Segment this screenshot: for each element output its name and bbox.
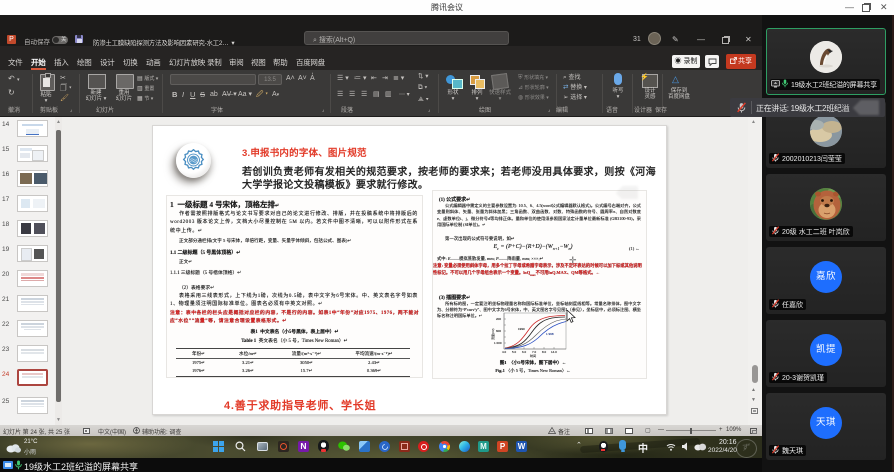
svg-text:1 998: 1 998 [546, 332, 554, 336]
svg-text:4.0: 4.0 [502, 350, 507, 354]
svg-text:8.0: 8.0 [542, 350, 547, 354]
svg-text:流量(m³): 流量(m³) [490, 329, 495, 341]
svg-text:1 000: 1 000 [494, 341, 502, 345]
svg-text:5.0: 5.0 [512, 350, 517, 354]
svg-text:600: 600 [496, 329, 501, 333]
svg-text:200: 200 [496, 317, 501, 321]
svg-text:时间: 时间 [530, 353, 536, 358]
svg-text:6.0: 6.0 [522, 350, 527, 354]
svg-text:1990: 1990 [518, 327, 525, 331]
svg-text:14.0: 14.0 [551, 350, 557, 354]
